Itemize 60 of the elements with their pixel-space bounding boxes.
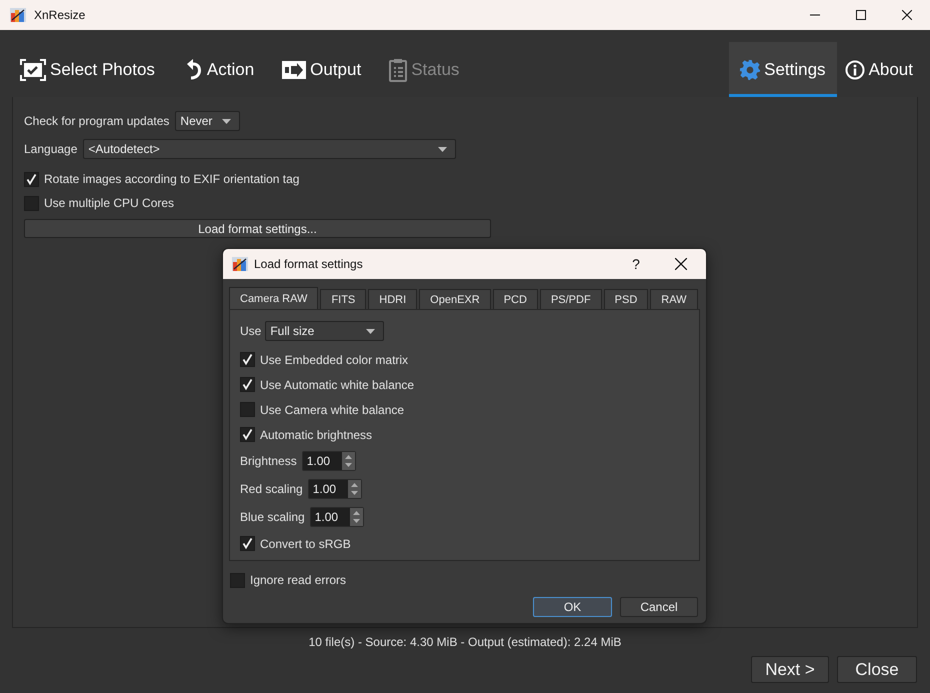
dropdown-caret-icon [366, 328, 376, 334]
update-dropdown[interactable]: Never [175, 111, 240, 131]
format-tab[interactable]: PSD [604, 289, 648, 309]
nav-tab[interactable]: Action [174, 42, 262, 97]
footer-button[interactable]: Next > [751, 656, 829, 683]
dialog-title: Load format settings [254, 257, 364, 271]
checkbox-label: Use multiple CPU Cores [44, 196, 174, 210]
checkbox[interactable] [240, 402, 255, 417]
dialog-button[interactable]: OK [533, 597, 612, 617]
checkbox-label: Rotate images according to EXIF orientation tag [44, 172, 300, 186]
nav-tab[interactable]: About [836, 42, 921, 97]
info-icon [844, 60, 865, 80]
checkbox[interactable] [230, 572, 245, 588]
app-icon [232, 256, 248, 272]
field-label: Language [24, 142, 78, 156]
checkbox[interactable] [240, 427, 255, 442]
field-label: Blue scaling [240, 510, 305, 524]
checkbox-label: Ignore read errors [250, 573, 346, 587]
checkbox[interactable] [240, 352, 255, 367]
spin-field[interactable]: 1.00 [310, 507, 364, 527]
checkbox[interactable] [24, 172, 39, 186]
footer-button[interactable]: Close [837, 656, 917, 683]
status-text: 10 file(s) - Source: 4.30 MiB - Output (estimated): 2.24 MiB [308, 634, 622, 651]
dropdown-caret-icon [438, 146, 448, 152]
settings-icon [740, 60, 760, 80]
size-dropdown[interactable]: Full size [265, 321, 384, 341]
checkbox-label: Automatic brightness [260, 428, 372, 442]
checkbox-label: Use Camera white balance [260, 402, 404, 416]
nav-tab[interactable]: Settings [729, 42, 837, 97]
checkbox-label: Use Embedded color matrix [260, 352, 408, 366]
checkbox-label: Convert to sRGB [260, 536, 351, 550]
format-tab[interactable]: Camera RAW [229, 287, 318, 309]
format-tab[interactable]: OpenEXR [419, 289, 491, 309]
checkbox[interactable] [240, 377, 255, 392]
load-format-settings-button[interactable]: Load format settings... [24, 219, 491, 238]
nav-tab[interactable]: Select Photos [12, 42, 163, 97]
field-label: Red scaling [240, 482, 303, 496]
nav-tab[interactable]: Output [274, 42, 370, 97]
field-label: Check for program updates [24, 114, 170, 128]
format-tab[interactable]: HDRI [368, 289, 418, 309]
app-icon [10, 7, 26, 23]
format-tab[interactable]: RAW [650, 289, 698, 309]
checkbox-frame-icon [20, 58, 46, 80]
spin-field[interactable]: 1.00 [302, 451, 356, 471]
checkbox[interactable] [240, 536, 255, 551]
help-button[interactable]: ? [616, 256, 656, 272]
language-dropdown[interactable]: <Autodetect> [83, 139, 456, 159]
clipboard-list-icon [389, 58, 408, 82]
export-arrow-icon [282, 60, 306, 78]
dropdown-caret-icon [222, 118, 232, 124]
field-label: Brightness [240, 454, 297, 468]
format-tab[interactable]: PS/PDF [540, 289, 602, 309]
window-title: XnResize [34, 8, 86, 22]
field-label: Use [240, 324, 262, 338]
dialog-button[interactable]: Cancel [620, 597, 698, 617]
spin-field[interactable]: 1.00 [308, 479, 362, 499]
checkbox[interactable] [24, 196, 39, 210]
format-tab[interactable]: PCD [492, 289, 538, 309]
checkbox-label: Use Automatic white balance [260, 378, 414, 392]
format-tab[interactable]: FITS [320, 289, 366, 309]
